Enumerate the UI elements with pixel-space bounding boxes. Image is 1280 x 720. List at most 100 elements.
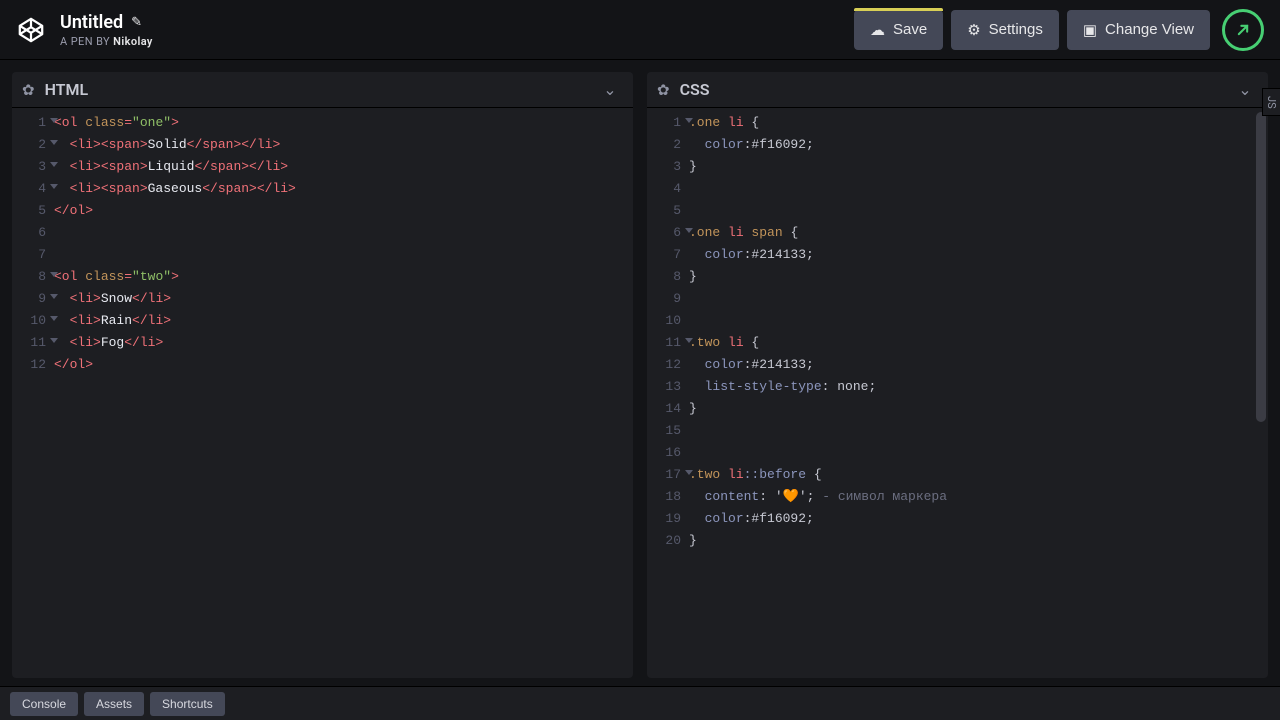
chevron-down-icon[interactable]: ⌄: [597, 77, 623, 103]
fold-indicator-icon[interactable]: [50, 140, 58, 145]
fold-indicator-icon[interactable]: [685, 470, 693, 475]
code-content[interactable]: [54, 244, 633, 266]
code-line[interactable]: 8<ol class="two">: [12, 266, 633, 288]
code-line[interactable]: 13 list-style-type: none;: [647, 376, 1268, 398]
fold-indicator-icon[interactable]: [685, 118, 693, 123]
fold-indicator-icon[interactable]: [685, 228, 693, 233]
fold-indicator-icon[interactable]: [50, 338, 58, 343]
fold-indicator-icon[interactable]: [50, 272, 58, 277]
fold-indicator-icon[interactable]: [50, 316, 58, 321]
code-line[interactable]: 20}: [647, 530, 1268, 552]
edit-title-icon[interactable]: ✎: [131, 15, 142, 30]
code-content[interactable]: .one li {: [689, 112, 1268, 134]
code-line[interactable]: 5: [647, 200, 1268, 222]
code-content[interactable]: <li><span>Liquid</span></li>: [54, 156, 633, 178]
code-line[interactable]: 6.one li span {: [647, 222, 1268, 244]
code-content[interactable]: </ol>: [54, 354, 633, 376]
save-button[interactable]: ☁ Save: [854, 10, 943, 50]
code-line[interactable]: 12 color:#214133;: [647, 354, 1268, 376]
code-line[interactable]: 8}: [647, 266, 1268, 288]
code-line[interactable]: 3 <li><span>Liquid</span></li>: [12, 156, 633, 178]
code-line[interactable]: 4 <li><span>Gaseous</span></li>: [12, 178, 633, 200]
code-content[interactable]: color:#f16092;: [689, 134, 1268, 156]
line-number: 13: [647, 376, 689, 398]
fold-indicator-icon[interactable]: [50, 162, 58, 167]
code-line[interactable]: 4: [647, 178, 1268, 200]
gear-icon[interactable]: ✿: [657, 81, 670, 99]
user-avatar[interactable]: [1222, 9, 1264, 51]
code-content[interactable]: <li><span>Gaseous</span></li>: [54, 178, 633, 200]
code-line[interactable]: 17.two li::before {: [647, 464, 1268, 486]
code-content[interactable]: <li>Rain</li>: [54, 310, 633, 332]
code-line[interactable]: 9: [647, 288, 1268, 310]
code-content[interactable]: color:#f16092;: [689, 508, 1268, 530]
code-content[interactable]: }: [689, 398, 1268, 420]
code-line[interactable]: 14}: [647, 398, 1268, 420]
change-view-button[interactable]: ▣ Change View: [1067, 10, 1210, 50]
code-content[interactable]: [689, 288, 1268, 310]
code-line[interactable]: 10: [647, 310, 1268, 332]
code-content[interactable]: color:#214133;: [689, 244, 1268, 266]
code-content[interactable]: [689, 420, 1268, 442]
gear-icon[interactable]: ✿: [22, 81, 35, 99]
code-content[interactable]: list-style-type: none;: [689, 376, 1268, 398]
code-line[interactable]: 6: [12, 222, 633, 244]
chevron-down-icon[interactable]: ⌄: [1232, 77, 1258, 103]
code-line[interactable]: 9 <li>Snow</li>: [12, 288, 633, 310]
code-content[interactable]: <li><span>Solid</span></li>: [54, 134, 633, 156]
settings-button[interactable]: ⚙ Settings: [951, 10, 1059, 50]
code-content[interactable]: .two li {: [689, 332, 1268, 354]
code-line[interactable]: 11.two li {: [647, 332, 1268, 354]
code-line[interactable]: 19 color:#f16092;: [647, 508, 1268, 530]
code-line[interactable]: 1.one li {: [647, 112, 1268, 134]
code-line[interactable]: 2 <li><span>Solid</span></li>: [12, 134, 633, 156]
code-content[interactable]: }: [689, 156, 1268, 178]
codepen-logo-icon[interactable]: [16, 15, 46, 45]
code-content[interactable]: [689, 178, 1268, 200]
code-line[interactable]: 1<ol class="one">: [12, 112, 633, 134]
shortcuts-button[interactable]: Shortcuts: [150, 692, 225, 716]
console-button[interactable]: Console: [10, 692, 78, 716]
code-content[interactable]: [54, 222, 633, 244]
code-content[interactable]: .one li span {: [689, 222, 1268, 244]
code-line[interactable]: 12</ol>: [12, 354, 633, 376]
code-content[interactable]: <ol class="two">: [54, 266, 633, 288]
code-content[interactable]: [689, 200, 1268, 222]
code-content[interactable]: .two li::before {: [689, 464, 1268, 486]
code-line[interactable]: 15: [647, 420, 1268, 442]
code-content[interactable]: <li>Fog</li>: [54, 332, 633, 354]
code-line[interactable]: 3}: [647, 156, 1268, 178]
code-content[interactable]: }: [689, 266, 1268, 288]
line-number: 20: [647, 530, 689, 552]
line-number: 10: [647, 310, 689, 332]
code-content[interactable]: color:#214133;: [689, 354, 1268, 376]
code-line[interactable]: 11 <li>Fog</li>: [12, 332, 633, 354]
code-content[interactable]: <li>Snow</li>: [54, 288, 633, 310]
code-line[interactable]: 2 color:#f16092;: [647, 134, 1268, 156]
fold-indicator-icon[interactable]: [50, 184, 58, 189]
line-number: 5: [647, 200, 689, 222]
cloud-icon: ☁: [870, 21, 885, 39]
code-line[interactable]: 10 <li>Rain</li>: [12, 310, 633, 332]
panel-js-collapsed[interactable]: JS: [1262, 88, 1280, 116]
code-line[interactable]: 7 color:#214133;: [647, 244, 1268, 266]
assets-button[interactable]: Assets: [84, 692, 144, 716]
code-line[interactable]: 18 content: '🧡'; - символ маркера: [647, 486, 1268, 508]
code-content[interactable]: [689, 310, 1268, 332]
code-content[interactable]: </ol>: [54, 200, 633, 222]
code-line[interactable]: 16: [647, 442, 1268, 464]
fold-indicator-icon[interactable]: [50, 118, 58, 123]
code-line[interactable]: 5</ol>: [12, 200, 633, 222]
code-content[interactable]: }: [689, 530, 1268, 552]
author-link[interactable]: Nikolay: [113, 35, 153, 48]
css-editor[interactable]: 1.one li {2 color:#f16092;3}4 5 6.one li…: [647, 108, 1268, 678]
fold-indicator-icon[interactable]: [50, 294, 58, 299]
scrollbar-thumb[interactable]: [1256, 112, 1266, 422]
code-content[interactable]: [689, 442, 1268, 464]
code-content[interactable]: content: '🧡'; - символ маркера: [689, 486, 1268, 508]
html-editor[interactable]: 1<ol class="one">2 <li><span>Solid</span…: [12, 108, 633, 678]
fold-indicator-icon[interactable]: [685, 338, 693, 343]
code-content[interactable]: <ol class="one">: [54, 112, 633, 134]
line-number: 4: [647, 178, 689, 200]
code-line[interactable]: 7: [12, 244, 633, 266]
